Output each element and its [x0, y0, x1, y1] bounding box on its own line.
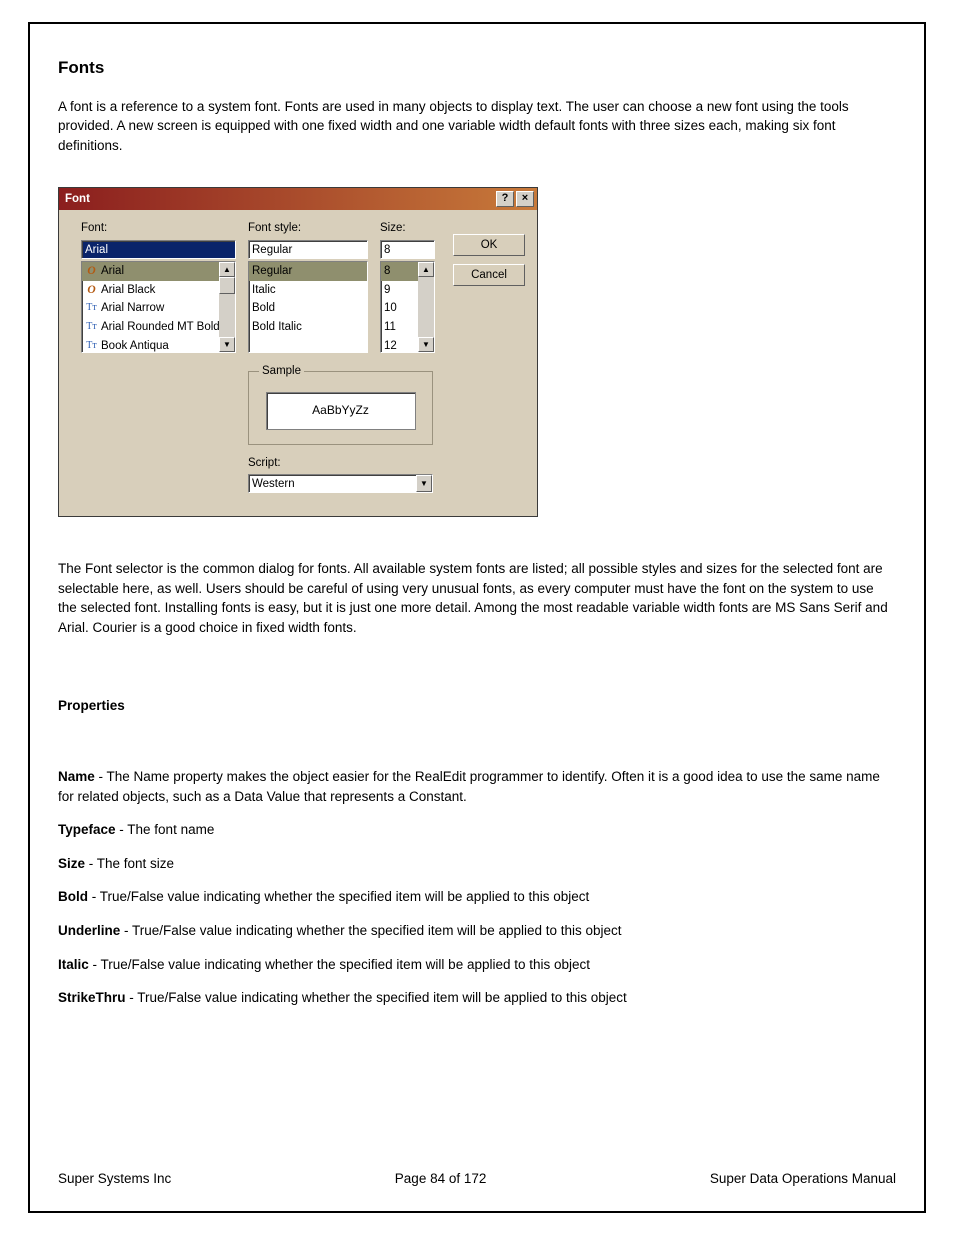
footer-right: Super Data Operations Manual: [710, 1169, 896, 1189]
size-listbox[interactable]: 891011121416 ▲ ▼: [380, 261, 435, 353]
font-name: Book Antiqua: [101, 338, 169, 353]
script-value[interactable]: Western: [248, 474, 433, 493]
font-dialog: Font ? × Font: Arial OArialOArial BlackT…: [58, 187, 538, 517]
property-row: Italic - True/False value indicating whe…: [58, 955, 896, 975]
property-desc: - The Name property makes the object eas…: [58, 769, 880, 804]
property-desc: - The font name: [116, 822, 215, 837]
style-list-item[interactable]: Regular: [249, 262, 367, 281]
font-name: Arial Rounded MT Bold: [101, 319, 220, 336]
scroll-up-icon[interactable]: ▲: [219, 262, 235, 277]
property-name: Underline: [58, 923, 120, 938]
font-list-item[interactable]: OArial: [82, 262, 235, 281]
property-row: Underline - True/False value indicating …: [58, 921, 896, 941]
help-icon[interactable]: ?: [496, 191, 514, 207]
property-row: Bold - True/False value indicating wheth…: [58, 887, 896, 907]
font-name: Arial: [101, 263, 124, 280]
font-input[interactable]: Arial: [81, 240, 236, 259]
after-paragraph: The Font selector is the common dialog f…: [58, 559, 896, 637]
scroll-down-icon[interactable]: ▼: [418, 337, 434, 352]
close-icon[interactable]: ×: [516, 191, 534, 207]
ok-button[interactable]: OK: [453, 234, 525, 256]
script-combo[interactable]: Western ▼: [248, 474, 433, 494]
page-heading: Fonts: [58, 56, 896, 81]
page-footer: Super Systems Inc Page 84 of 172 Super D…: [58, 1169, 896, 1189]
sample-legend: Sample: [259, 363, 304, 380]
truetype-icon: Tᴛ: [85, 339, 98, 353]
font-list-item[interactable]: OArial Black: [82, 281, 235, 300]
font-list-item[interactable]: TᴛBook Antiqua: [82, 337, 235, 353]
property-name: Typeface: [58, 822, 116, 837]
scroll-down-icon[interactable]: ▼: [219, 337, 235, 352]
dropdown-icon[interactable]: ▼: [416, 475, 432, 492]
property-name: Name: [58, 769, 95, 784]
property-desc: - True/False value indicating whether th…: [89, 957, 590, 972]
property-name: StrikeThru: [58, 990, 126, 1005]
style-list-item[interactable]: Bold: [249, 299, 367, 318]
size-input[interactable]: 8: [380, 240, 435, 259]
truetype-icon: Tᴛ: [85, 320, 98, 335]
style-list-item[interactable]: Bold Italic: [249, 318, 367, 337]
font-scrollbar[interactable]: ▲ ▼: [219, 262, 235, 352]
property-name: Size: [58, 856, 85, 871]
property-row: Name - The Name property makes the objec…: [58, 767, 896, 806]
properties-heading: Properties: [58, 696, 896, 716]
style-listbox[interactable]: RegularItalicBoldBold Italic: [248, 261, 368, 353]
property-desc: - True/False value indicating whether th…: [120, 923, 621, 938]
font-name: Arial Narrow: [101, 300, 164, 317]
size-label: Size:: [380, 220, 435, 237]
dialog-titlebar[interactable]: Font ? ×: [59, 188, 537, 210]
font-list-item[interactable]: TᴛArial Rounded MT Bold: [82, 318, 235, 337]
property-desc: - The font size: [85, 856, 174, 871]
font-name: Arial Black: [101, 282, 155, 299]
footer-left: Super Systems Inc: [58, 1169, 171, 1189]
intro-paragraph: A font is a reference to a system font. …: [58, 97, 896, 156]
truetype-icon: Tᴛ: [85, 301, 98, 316]
scroll-thumb[interactable]: [219, 277, 235, 294]
property-name: Italic: [58, 957, 89, 972]
property-desc: - True/False value indicating whether th…: [88, 889, 589, 904]
cancel-button[interactable]: Cancel: [453, 264, 525, 286]
font-listbox[interactable]: OArialOArial BlackTᴛArial NarrowTᴛArial …: [81, 261, 236, 353]
property-desc: - True/False value indicating whether th…: [126, 990, 627, 1005]
style-list-item[interactable]: Italic: [249, 281, 367, 300]
opentype-icon: O: [85, 282, 98, 299]
footer-center: Page 84 of 172: [395, 1169, 487, 1189]
property-row: Size - The font size: [58, 854, 896, 874]
property-name: Bold: [58, 889, 88, 904]
dialog-title: Font: [65, 191, 90, 208]
size-scrollbar[interactable]: ▲ ▼: [418, 262, 434, 352]
font-label: Font:: [81, 220, 236, 237]
style-label: Font style:: [248, 220, 368, 237]
scroll-up-icon[interactable]: ▲: [418, 262, 434, 277]
style-input[interactable]: Regular: [248, 240, 368, 259]
property-row: Typeface - The font name: [58, 820, 896, 840]
opentype-icon: O: [85, 263, 98, 280]
font-list-item[interactable]: TᴛArial Narrow: [82, 299, 235, 318]
property-row: StrikeThru - True/False value indicating…: [58, 988, 896, 1008]
